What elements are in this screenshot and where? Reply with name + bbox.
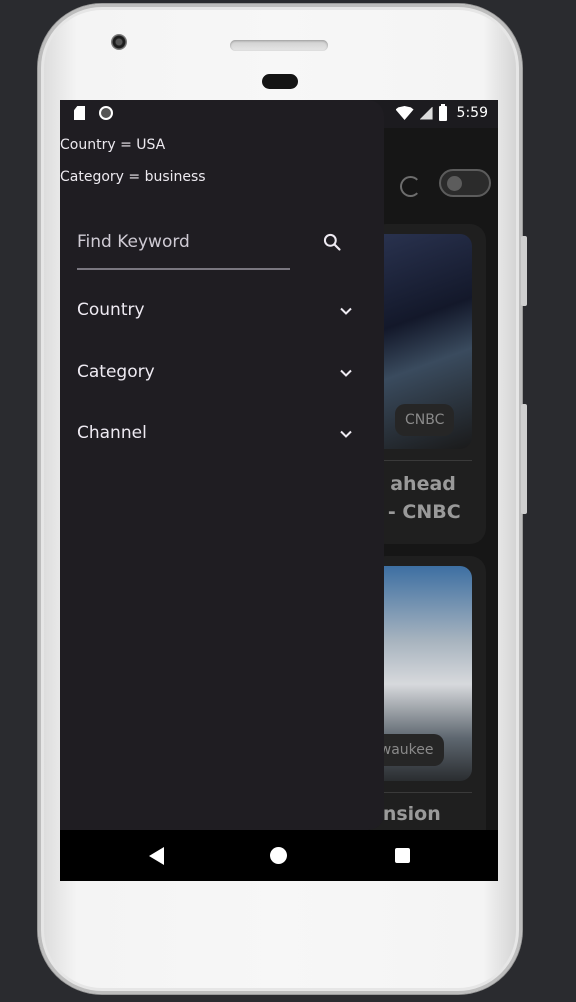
status-bar: 5:59 [60,100,498,128]
divider [370,460,472,461]
refresh-icon[interactable] [400,176,421,197]
chevron-down-icon [340,307,352,315]
news-card[interactable]: ilwaukee ansion SN [370,556,486,866]
chevron-down-icon [340,369,352,377]
category-dropdown[interactable]: Category [77,362,357,402]
dropdown-label: Channel [77,423,147,443]
chevron-down-icon [340,430,352,438]
news-card[interactable]: CNBC d ahead s - CNBC [370,224,486,544]
status-time: 5:59 [456,105,488,121]
toggle-knob [447,176,462,191]
channel-dropdown[interactable]: Channel [77,423,357,463]
front-camera [111,34,127,50]
home-icon[interactable] [270,847,287,864]
volume-button [521,236,527,306]
power-button [521,404,527,514]
earpiece-speaker [230,40,328,51]
system-navigation-bar [60,830,498,881]
battery-icon [438,103,447,121]
dropdown-label: Country [77,300,145,320]
filter-drawer: Country = USA Category = business Find K… [60,100,384,830]
recents-icon[interactable] [395,848,410,863]
wifi-icon [395,106,414,120]
search-placeholder: Find Keyword [77,232,190,252]
country-filter-text: Country = USA [60,137,166,153]
search-input[interactable]: Find Keyword [77,226,290,270]
cell-signal-icon [419,106,433,120]
theme-toggle[interactable] [439,169,491,197]
screen: 5:59 CNBC d ahead s - CNBC ilwaukee ansi… [60,100,498,881]
notification-circle-icon [99,106,113,120]
back-icon[interactable] [149,847,164,865]
sd-card-icon [74,106,85,120]
proximity-sensor [262,74,298,89]
source-chip: CNBC [395,404,455,436]
search-icon[interactable] [322,232,342,252]
dropdown-label: Category [77,362,155,382]
country-dropdown[interactable]: Country [77,300,357,340]
category-filter-text: Category = business [60,169,206,185]
divider [370,792,472,793]
